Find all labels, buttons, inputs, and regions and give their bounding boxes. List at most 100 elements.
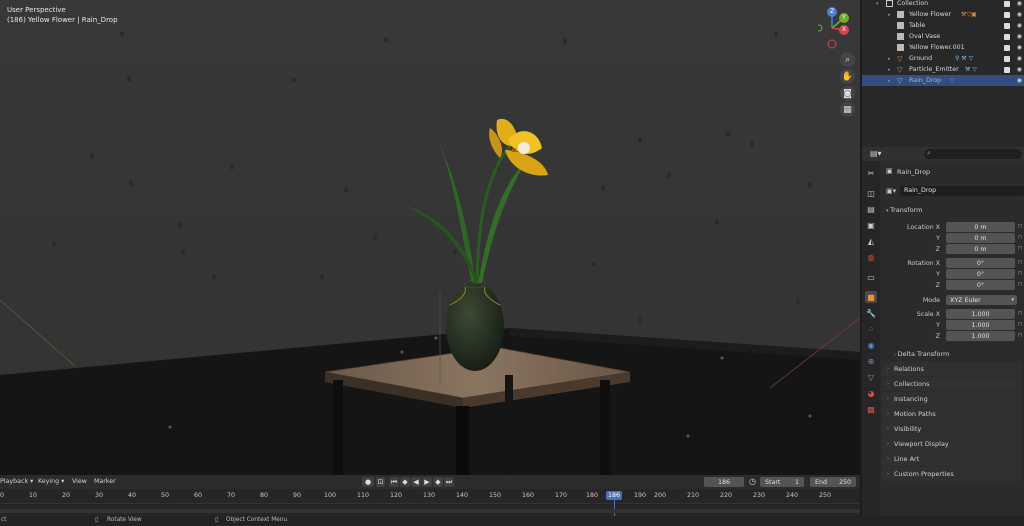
rotation-x-field[interactable]: 0° — [946, 258, 1015, 268]
editor-type-icon[interactable]: ▤▾ — [870, 149, 882, 158]
eye-icon[interactable]: ◉ — [1017, 0, 1022, 7]
zoom-icon[interactable]: ⌕ — [840, 52, 855, 67]
tab-constraints-icon[interactable]: ⊕ — [865, 355, 877, 367]
eye-icon[interactable]: ◉ — [1017, 33, 1022, 40]
delta-transform-header[interactable]: › Delta Transform — [894, 350, 949, 358]
location-z-field[interactable]: 0 m — [946, 244, 1015, 254]
rotation-y-label: Y — [936, 271, 940, 278]
checkbox-icon[interactable] — [1004, 22, 1010, 29]
scale-x-field[interactable]: 1.000 — [946, 309, 1015, 319]
grid-perspective-icon[interactable]: ▦ — [840, 102, 855, 117]
panel-relations[interactable]: › Relations — [882, 362, 1022, 376]
start-frame-field[interactable]: Start 1 — [760, 477, 804, 487]
tab-world-icon[interactable]: ◍ — [865, 251, 877, 263]
jump-end-icon[interactable]: ⏭ — [444, 477, 454, 487]
scale-y-label: Y — [936, 322, 940, 329]
outliner-row-particle-emitter[interactable]: ▸ ▽ Particle_Emitter ⚒ ▽ ◉ — [862, 64, 1024, 75]
tab-view-layer-icon[interactable]: ▣ — [865, 219, 877, 231]
eye-icon[interactable]: ◉ — [1017, 77, 1022, 84]
camera-icon[interactable]: ◙ — [840, 86, 855, 101]
tab-object-icon[interactable]: ■ — [865, 291, 877, 303]
checkbox-icon[interactable] — [1004, 66, 1010, 73]
lock-icon[interactable]: ⊓ — [1018, 332, 1023, 339]
rotation-z-field[interactable]: 0° — [946, 280, 1015, 290]
playhead-line[interactable] — [614, 499, 615, 516]
outliner-panel[interactable]: ▾ Collection ◉ ▸ Yellow Flower ⚒▽▣ ◉ Tab… — [862, 0, 1024, 88]
clock-icon[interactable]: ◷ — [749, 477, 756, 486]
eye-icon[interactable]: ◉ — [1017, 44, 1022, 51]
tab-material-icon[interactable]: ◕ — [865, 387, 877, 399]
outliner-row-oval-vase[interactable]: Oval Vase ◉ — [862, 31, 1024, 42]
checkbox-icon[interactable] — [1004, 0, 1010, 7]
playhead-frame-label[interactable]: 186 — [606, 491, 622, 500]
jump-start-icon[interactable]: ⏮ — [389, 477, 399, 487]
panel-collections[interactable]: › Collections — [882, 377, 1022, 391]
outliner-row-ground[interactable]: ▸ ▽ Ground ⚲ ⚒ ▽ ◉ — [862, 53, 1024, 64]
panel-viewport-display[interactable]: › Viewport Display — [882, 437, 1022, 451]
checkbox-icon[interactable] — [1004, 55, 1010, 62]
panel-motion-paths[interactable]: › Motion Paths — [882, 407, 1022, 421]
menu-keying[interactable]: Keying ▾ — [38, 478, 64, 485]
end-frame-field[interactable]: End 250 — [810, 477, 856, 487]
eye-icon[interactable]: ◉ — [1017, 11, 1022, 18]
outliner-row-table[interactable]: Table ◉ — [862, 20, 1024, 31]
panel-custom-properties[interactable]: › Custom Properties — [882, 467, 1022, 481]
outliner-row-yellow-flower[interactable]: ▸ Yellow Flower ⚒▽▣ ◉ — [862, 9, 1024, 20]
navigation-gizmo[interactable] — [818, 4, 860, 50]
lock-icon[interactable]: ⊓ — [1018, 270, 1023, 277]
timeline-ruler[interactable]: 0 10 20 30 40 50 60 70 80 90 100 110 120 130 140 150 160… — [0, 489, 860, 516]
location-x-field[interactable]: 0 m — [946, 222, 1015, 232]
lock-icon[interactable]: ⊓ — [1018, 281, 1023, 288]
panel-instancing[interactable]: › Instancing — [882, 392, 1022, 406]
tab-scene-icon[interactable]: ◭ — [865, 235, 877, 247]
prev-keyframe-icon[interactable]: ◆ — [400, 477, 410, 487]
outliner-row-yellow-flower-001[interactable]: Yellow Flower.001 ◉ — [862, 42, 1024, 53]
tab-tool-icon[interactable]: ✂ — [865, 167, 877, 179]
eye-icon[interactable]: ◉ — [1017, 66, 1022, 73]
tab-output-icon[interactable]: ▤ — [865, 203, 877, 215]
checkbox-icon[interactable] — [1004, 33, 1010, 40]
scale-y-field[interactable]: 1.000 — [946, 320, 1015, 330]
lock-icon[interactable]: ⊓ — [1018, 321, 1023, 328]
current-frame-field[interactable]: 186 — [704, 477, 744, 487]
properties-search-input[interactable]: ⌕ — [924, 149, 1022, 159]
menu-marker[interactable]: Marker — [94, 478, 116, 485]
play-icon[interactable]: ▶ — [422, 477, 432, 487]
lock-icon[interactable]: ⊓ — [1018, 234, 1023, 241]
outliner-row-rain-drop[interactable]: ▸ ▽ Rain_Drop ▽ ◉ — [862, 75, 1024, 86]
timeline-scrollbar[interactable] — [0, 509, 860, 513]
record-icon[interactable]: ● — [362, 477, 374, 487]
transform-header[interactable]: ▾ Transform — [886, 206, 922, 214]
tab-physics-icon[interactable]: ◉ — [865, 339, 877, 351]
location-y-field[interactable]: 0 m — [946, 233, 1015, 243]
lock-icon[interactable]: ⊓ — [1018, 310, 1023, 317]
menu-playback[interactable]: Playback ▾ — [0, 478, 33, 485]
next-keyframe-icon[interactable]: ◆ — [433, 477, 443, 487]
tab-texture-icon[interactable]: ▩ — [865, 403, 877, 415]
tab-modifier-icon[interactable]: 🔧 — [865, 307, 877, 319]
panel-line-art[interactable]: › Line Art — [882, 452, 1022, 466]
lock-icon[interactable]: ⊓ — [1018, 223, 1023, 230]
checkbox-icon[interactable] — [1004, 11, 1010, 18]
object-name-field[interactable]: Rain_Drop — [900, 186, 1024, 196]
tab-particles-icon[interactable]: ⁘ — [865, 323, 877, 335]
auto-keying-options-icon[interactable]: ⊡ — [376, 477, 385, 487]
scale-z-field[interactable]: 1.000 — [946, 331, 1015, 341]
menu-view[interactable]: View — [72, 478, 87, 485]
lock-icon[interactable]: ⊓ — [1018, 245, 1023, 252]
tab-data-icon[interactable]: ▽ — [865, 371, 877, 383]
object-type-icon[interactable]: ▣▾ — [886, 187, 896, 195]
checkbox-icon[interactable] — [1004, 44, 1010, 51]
tab-render-icon[interactable]: ◫ — [865, 187, 877, 199]
3d-viewport[interactable]: User Perspective (186) Yellow Flower | R… — [0, 0, 860, 475]
play-reverse-icon[interactable]: ◀ — [411, 477, 421, 487]
lock-icon[interactable]: ⊓ — [1018, 259, 1023, 266]
pan-hand-icon[interactable]: ✋ — [840, 69, 855, 84]
outliner-row-collection[interactable]: ▾ Collection ◉ — [862, 0, 1024, 9]
tab-collection-icon[interactable]: ▭ — [865, 271, 877, 283]
rotation-mode-select[interactable]: XYZ Euler ▾ — [946, 295, 1017, 305]
eye-icon[interactable]: ◉ — [1017, 22, 1022, 29]
panel-visibility[interactable]: › Visibility — [882, 422, 1022, 436]
eye-icon[interactable]: ◉ — [1017, 55, 1022, 62]
rotation-y-field[interactable]: 0° — [946, 269, 1015, 279]
